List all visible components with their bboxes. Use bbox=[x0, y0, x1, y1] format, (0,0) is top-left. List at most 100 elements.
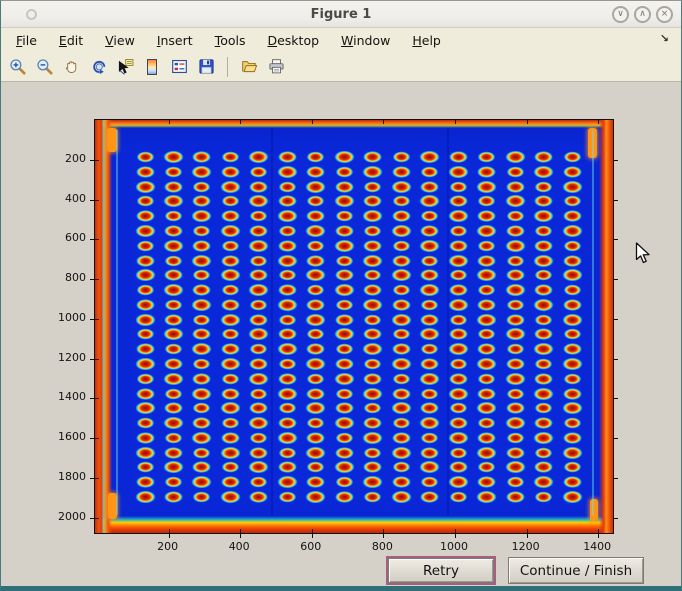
axis-tick bbox=[455, 119, 456, 124]
well-dot bbox=[534, 254, 554, 267]
well-dot bbox=[277, 210, 297, 223]
well-dot bbox=[163, 151, 183, 164]
retry-button-highlight: Retry bbox=[386, 556, 496, 585]
well-dot bbox=[449, 240, 468, 252]
pan-button[interactable] bbox=[62, 58, 80, 76]
well-dot bbox=[449, 328, 468, 340]
axis-tick bbox=[94, 279, 99, 280]
well-dot bbox=[562, 313, 582, 326]
menu-item-file[interactable]: File bbox=[5, 30, 48, 51]
well-dot bbox=[505, 195, 525, 208]
close-button[interactable]: × bbox=[656, 6, 673, 23]
well-dot bbox=[222, 462, 239, 473]
well-dot bbox=[505, 328, 525, 341]
continue-finish-button[interactable]: Continue / Finish bbox=[508, 557, 644, 584]
well-dot bbox=[563, 255, 582, 267]
open-file-button[interactable] bbox=[240, 58, 258, 76]
well-dot bbox=[336, 211, 353, 222]
insert-legend-icon bbox=[171, 58, 188, 75]
well-dot bbox=[449, 417, 468, 429]
print-button[interactable] bbox=[267, 58, 285, 76]
well-dot bbox=[336, 299, 353, 310]
well-dot bbox=[336, 388, 353, 399]
menu-item-tools[interactable]: Tools bbox=[204, 30, 257, 51]
plate-rim-bottom bbox=[95, 516, 613, 533]
well-dot bbox=[392, 151, 409, 162]
well-dot bbox=[249, 314, 268, 326]
well-dot bbox=[279, 491, 296, 502]
zoom-in-icon bbox=[9, 58, 26, 75]
well-dot bbox=[392, 462, 409, 473]
well-dot bbox=[420, 181, 439, 193]
well-dot bbox=[477, 180, 497, 193]
well-dot bbox=[192, 328, 211, 340]
well-dot bbox=[278, 195, 297, 207]
well-dot bbox=[506, 255, 523, 266]
insert-colorbar-button[interactable] bbox=[143, 58, 161, 76]
plate-rim-left bbox=[95, 120, 112, 533]
save-figure-icon bbox=[198, 58, 215, 75]
insert-legend-button[interactable] bbox=[170, 58, 188, 76]
well-dot bbox=[364, 270, 381, 281]
zoom-in-button[interactable] bbox=[8, 58, 26, 76]
well-dot bbox=[249, 461, 269, 474]
shade-button[interactable]: ∨ bbox=[612, 6, 629, 23]
well-dot bbox=[278, 328, 297, 340]
well-dot bbox=[534, 284, 553, 296]
axis-tick bbox=[614, 239, 618, 240]
well-dot bbox=[192, 476, 212, 489]
menu-item-insert[interactable]: Insert bbox=[146, 30, 204, 51]
well-dot bbox=[136, 329, 153, 340]
well-dot bbox=[192, 151, 211, 163]
menu-item-view[interactable]: View bbox=[94, 30, 146, 51]
well-dot bbox=[165, 166, 182, 177]
y-axis-tick-label: 1400 bbox=[36, 390, 86, 403]
well-dot bbox=[449, 403, 466, 414]
menu-item-desktop[interactable]: Desktop bbox=[256, 30, 330, 51]
well-dot bbox=[563, 284, 580, 295]
dock-figure-arrow-icon[interactable]: ↘ bbox=[660, 32, 669, 45]
well-dot bbox=[449, 151, 468, 163]
well-dot bbox=[364, 491, 381, 502]
well-dot bbox=[250, 432, 267, 443]
well-dot bbox=[135, 225, 155, 238]
well-dot bbox=[249, 447, 268, 459]
well-dot bbox=[391, 491, 411, 504]
well-dot bbox=[249, 358, 268, 370]
well-dot bbox=[534, 210, 554, 223]
zoom-out-button[interactable] bbox=[35, 58, 53, 76]
well-dot bbox=[477, 299, 496, 311]
save-figure-button[interactable] bbox=[197, 58, 215, 76]
well-dot bbox=[193, 358, 210, 369]
well-dot bbox=[364, 181, 381, 192]
well-dot bbox=[279, 270, 296, 281]
window-menu-icon[interactable] bbox=[26, 9, 37, 20]
well-dot bbox=[222, 151, 239, 162]
menu-item-edit[interactable]: Edit bbox=[48, 30, 94, 51]
well-dot bbox=[421, 344, 438, 355]
retry-button[interactable]: Retry bbox=[388, 558, 494, 583]
plot-image[interactable] bbox=[94, 119, 614, 534]
well-dot bbox=[306, 402, 326, 415]
axis-tick bbox=[614, 359, 618, 360]
plate-seam bbox=[271, 128, 273, 516]
well-dot bbox=[165, 388, 182, 399]
well-dot bbox=[563, 299, 582, 311]
well-dot bbox=[250, 211, 267, 222]
well-dot bbox=[135, 446, 155, 459]
well-dot bbox=[563, 432, 582, 444]
menu-item-help[interactable]: Help bbox=[401, 30, 452, 51]
well-dot bbox=[449, 195, 468, 207]
menu-item-window[interactable]: Window bbox=[330, 30, 401, 51]
well-dot bbox=[307, 329, 324, 340]
data-cursor-button[interactable] bbox=[116, 58, 134, 76]
well-dot bbox=[477, 210, 496, 222]
well-dot bbox=[249, 328, 269, 341]
well-dot bbox=[478, 284, 495, 295]
well-dot bbox=[420, 328, 440, 341]
well-dot bbox=[306, 180, 326, 193]
maximize-button[interactable]: ∧ bbox=[634, 6, 651, 23]
well-dot bbox=[163, 372, 183, 385]
axis-tick bbox=[614, 438, 618, 439]
rotate-3d-button[interactable] bbox=[89, 58, 107, 76]
